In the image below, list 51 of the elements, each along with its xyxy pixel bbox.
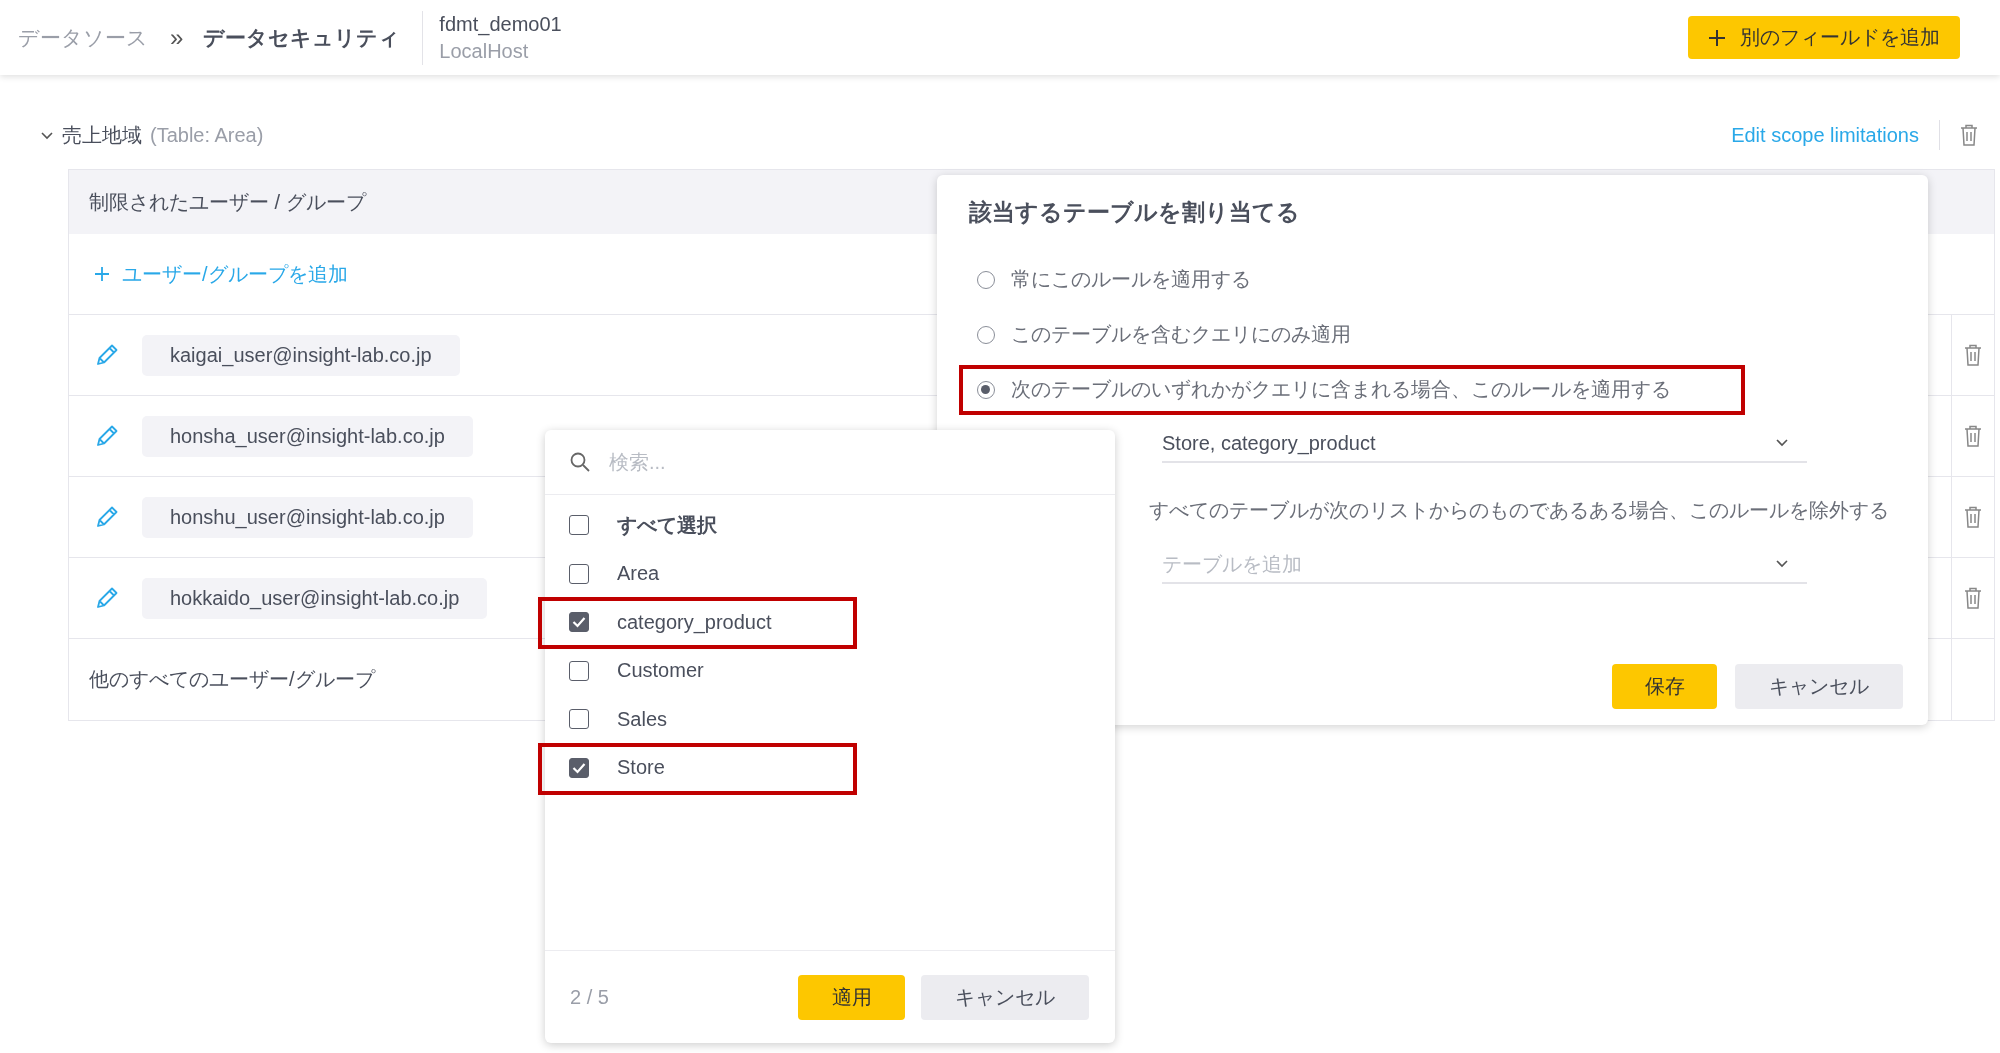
datasource-name: fdmt_demo01 [439, 12, 562, 36]
column-header: 制限されたユーザー / グループ [89, 189, 366, 215]
radio-label[interactable]: 常にこのルールを適用する [1011, 266, 1251, 293]
chevron-down-icon [1775, 559, 1789, 569]
pencil-icon[interactable] [94, 504, 120, 530]
chevron-down-icon [1775, 438, 1789, 448]
section-title: 売上地域 [62, 122, 142, 148]
checkbox[interactable] [569, 563, 589, 584]
pencil-icon[interactable] [94, 423, 120, 449]
table-select[interactable]: Store, category_product [1162, 425, 1807, 463]
exclude-rule-label: すべてのテーブルが次のリストからのものであるある場合、このルールを除外する [1149, 498, 1890, 523]
cancel-button[interactable]: キャンセル [1735, 664, 1903, 709]
cancel-button[interactable]: キャンセル [921, 974, 1089, 1020]
user-chip[interactable]: honshu_user@insight-lab.co.jp [142, 496, 473, 538]
user-chip[interactable]: hokkaido_user@insight-lab.co.jp [142, 577, 488, 619]
checkbox[interactable] [569, 612, 589, 633]
apply-button[interactable]: 適用 [798, 974, 905, 1020]
plus-icon [94, 266, 110, 282]
plus-icon [1708, 28, 1726, 47]
save-button[interactable]: 保存 [1612, 664, 1717, 709]
trash-icon[interactable] [1964, 425, 1982, 447]
checkbox[interactable] [569, 660, 589, 681]
section-subtitle: (Table: Area) [150, 123, 264, 147]
table-option-label[interactable]: Store [617, 756, 665, 780]
table-option-label[interactable]: Area [617, 562, 660, 586]
user-chip[interactable]: honsha_user@insight-lab.co.jp [142, 415, 473, 457]
pencil-icon[interactable] [94, 585, 120, 611]
select-all-label[interactable]: すべて選択 [617, 511, 717, 539]
all-other-users-label: 他のすべてのユーザー/グループ [89, 667, 375, 692]
table-option-label[interactable]: Sales [617, 707, 668, 731]
datasource-host: LocalHost [439, 39, 530, 63]
table-option-label[interactable]: Customer [617, 659, 704, 683]
radio-label[interactable]: 次のテーブルのいずれかがクエリに含まれる場合、このルールを適用する [1011, 376, 1671, 403]
page-title: データセキュリティ [203, 24, 401, 51]
breadcrumb-separator: » [170, 23, 184, 52]
user-chip[interactable]: kaigai_user@insight-lab.co.jp [142, 334, 460, 376]
trash-icon[interactable] [1960, 124, 1978, 146]
trash-icon[interactable] [1964, 344, 1982, 366]
trash-icon[interactable] [1964, 506, 1982, 528]
add-field-button[interactable]: 別のフィールドを追加 [1688, 16, 1960, 59]
search-field[interactable]: 検索... [607, 449, 1115, 475]
search-icon [569, 451, 591, 473]
checkbox[interactable] [569, 515, 589, 536]
checkbox[interactable] [569, 757, 589, 778]
trash-icon[interactable] [1964, 587, 1982, 609]
table-option-label[interactable]: category_product [617, 610, 772, 634]
dialog-title: 該当するテーブルを割り当てる [969, 198, 1301, 227]
checkbox[interactable] [569, 709, 589, 730]
selection-count: 2 / 5 [570, 985, 609, 1009]
radio-label[interactable]: このテーブルを含むクエリにのみ適用 [1011, 321, 1351, 348]
pencil-icon[interactable] [94, 342, 120, 368]
